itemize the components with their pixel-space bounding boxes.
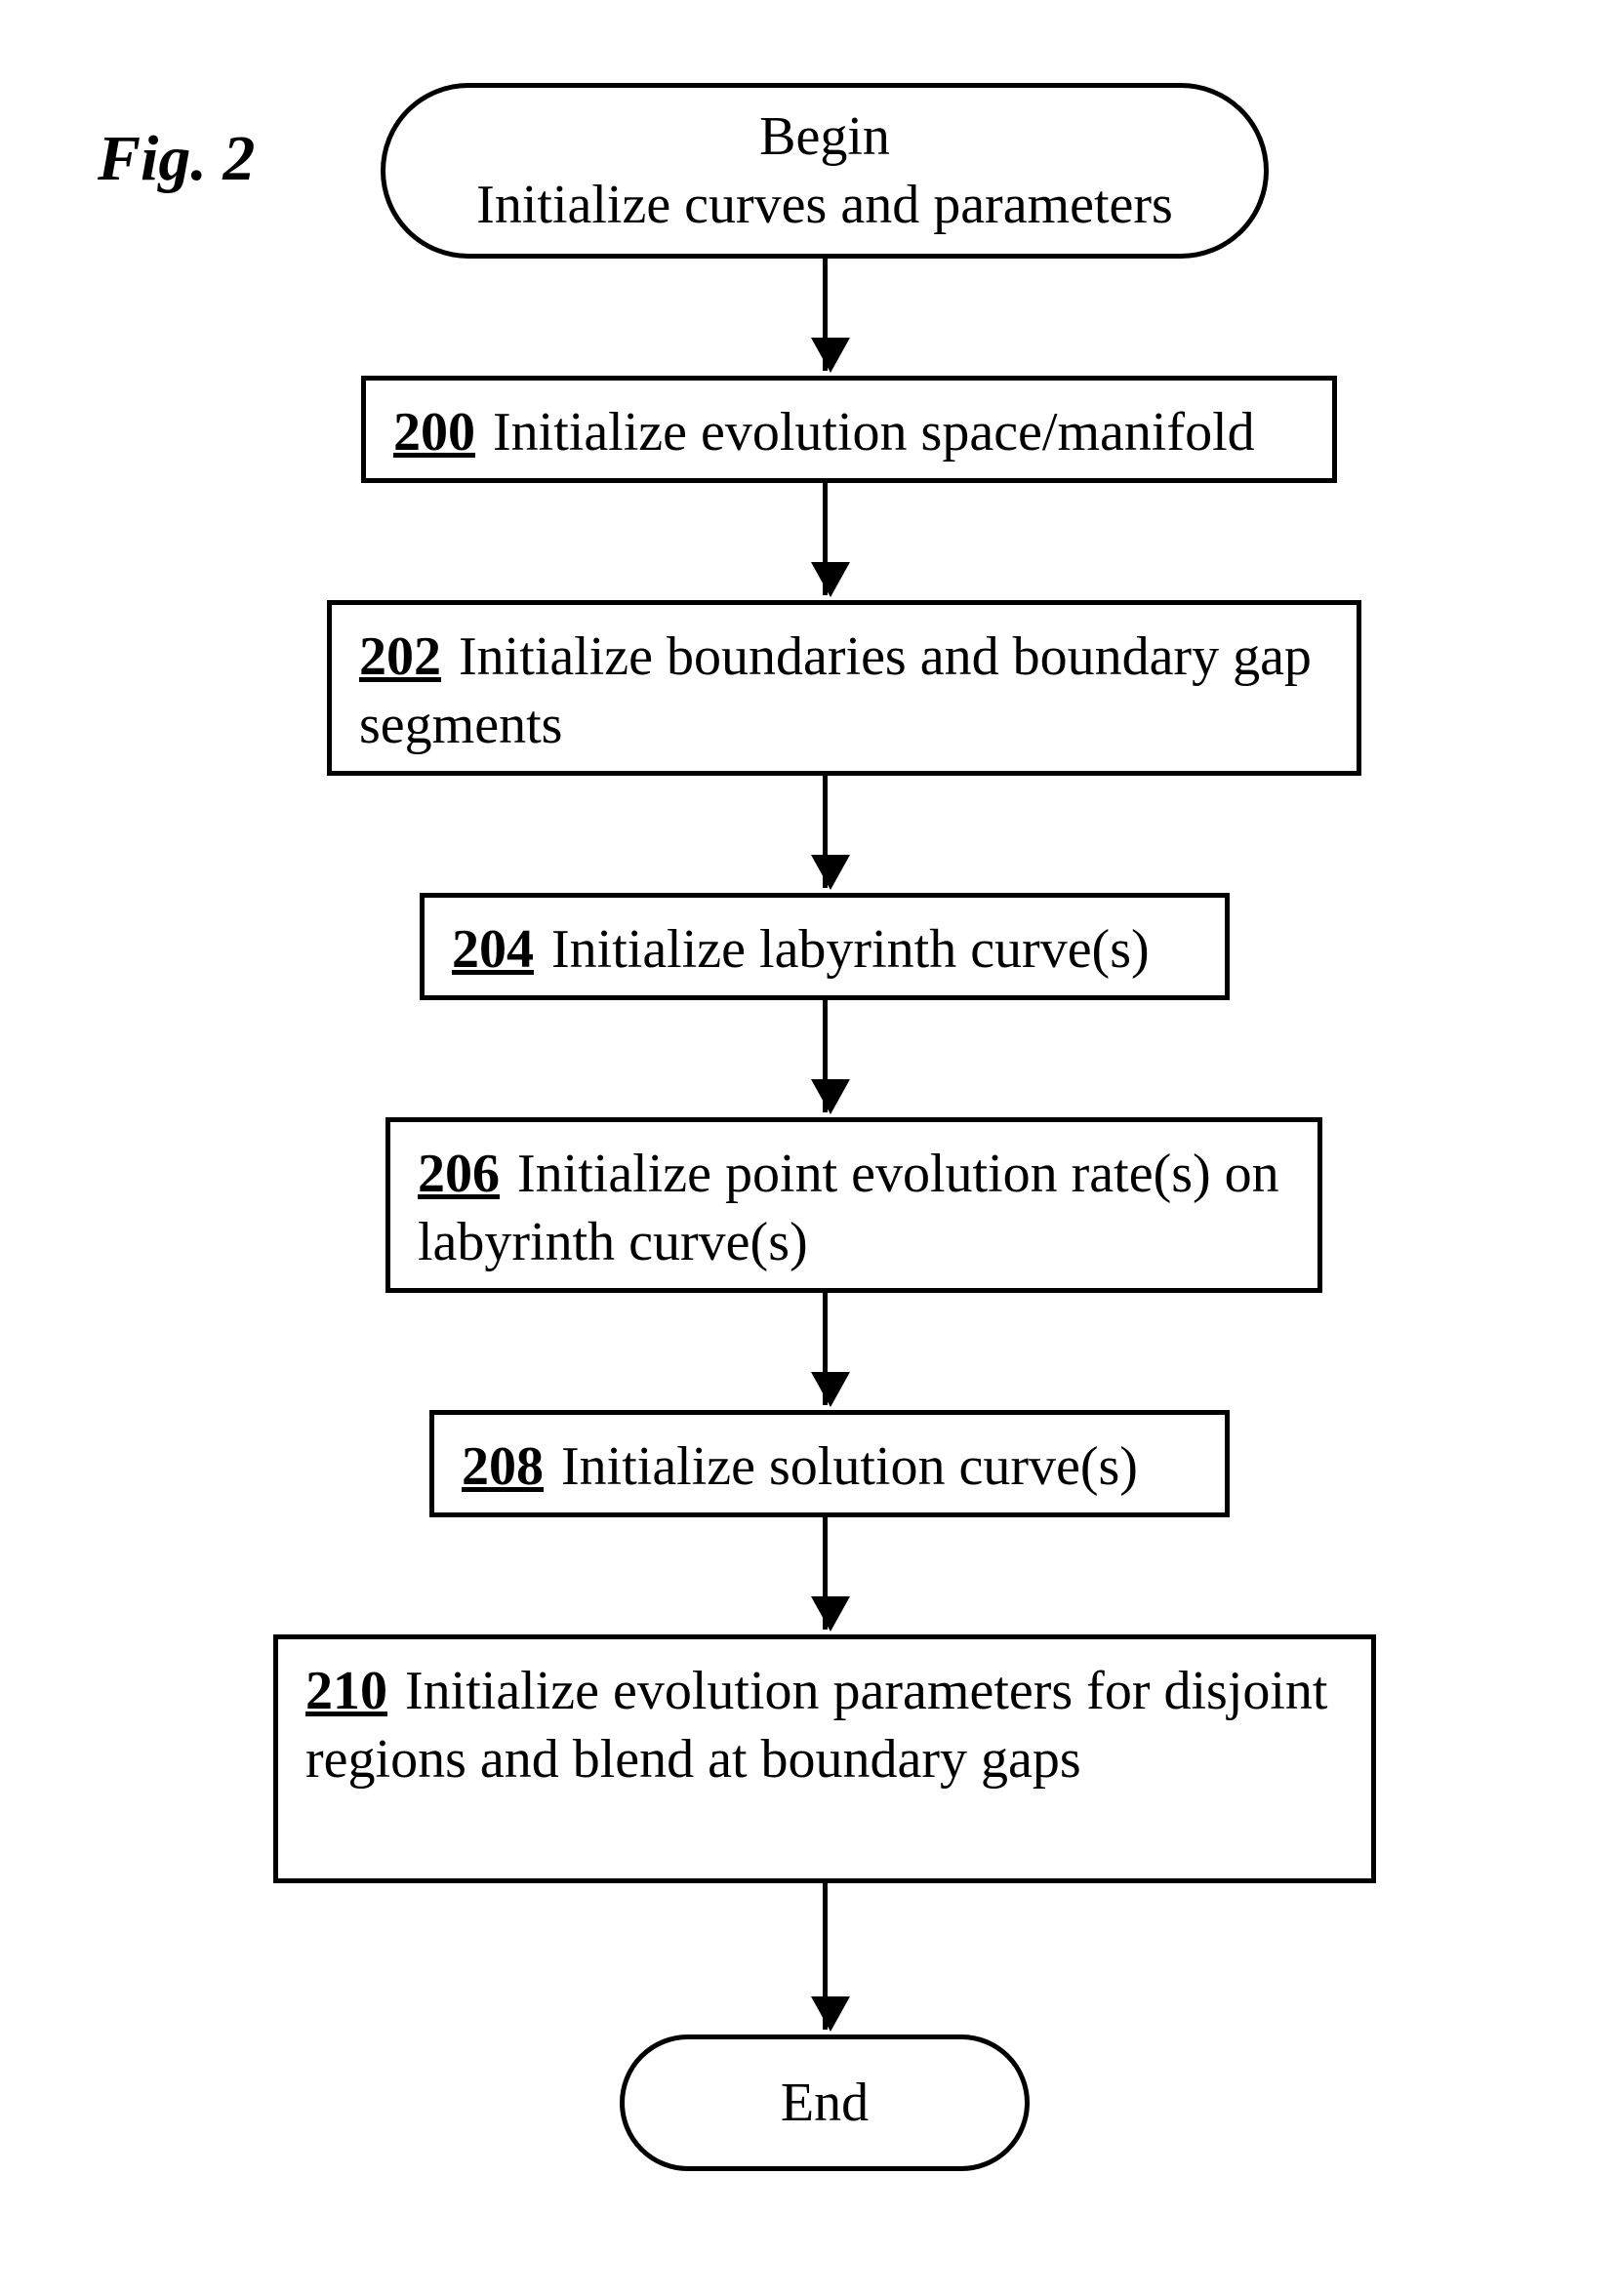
terminal-begin: Begin Initialize curves and parameters [381,83,1269,259]
arrow-6 [823,1883,828,2030]
process-210: 210Initialize evolution parameters for d… [273,1634,1376,1883]
terminal-end-text: End [781,2069,869,2137]
terminal-end: End [620,2034,1030,2171]
terminal-begin-line1: Begin [759,102,890,171]
terminal-begin-line2: Initialize curves and parameters [476,171,1173,239]
process-204-text: Initialize labyrinth curve(s) [551,915,1150,984]
process-206-text: Initialize point evolution rate(s) on la… [418,1144,1279,1272]
process-200-num: 200 [393,398,475,466]
figure-label: Fig. 2 [98,122,255,196]
process-210-text: Initialize evolution parameters for disj… [305,1661,1328,1790]
process-202-num: 202 [359,626,441,687]
arrow-1 [823,483,828,595]
process-208: 208 Initialize solution curve(s) [429,1410,1230,1517]
arrow-3 [823,1000,828,1112]
process-206: 206Initialize point evolution rate(s) on… [385,1117,1322,1293]
process-208-num: 208 [462,1432,544,1501]
process-204: 204 Initialize labyrinth curve(s) [420,893,1230,1000]
process-210-num: 210 [305,1661,387,1721]
process-202: 202Initialize boundaries and boundary ga… [327,600,1361,776]
arrow-0 [823,259,828,371]
process-202-text: Initialize boundaries and boundary gap s… [359,626,1312,755]
process-204-num: 204 [452,915,534,984]
arrow-5 [823,1517,828,1630]
process-206-num: 206 [418,1144,500,1204]
process-200-text: Initialize evolution space/manifold [493,398,1255,466]
process-208-text: Initialize solution curve(s) [561,1432,1138,1501]
process-200: 200 Initialize evolution space/manifold [361,376,1337,483]
flowchart-canvas: Fig. 2 Begin Initialize curves and param… [0,0,1621,2296]
arrow-2 [823,776,828,888]
arrow-4 [823,1293,828,1405]
